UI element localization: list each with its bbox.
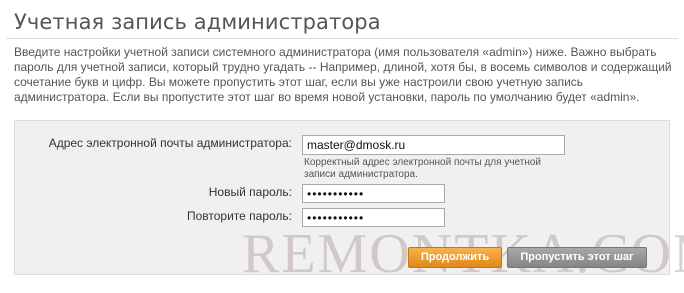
intro-text: Введите настройки учетной записи системн… (14, 45, 672, 104)
confirm-password-field[interactable]: ••••••••••• (302, 208, 445, 227)
email-help-text: Корректный адрес электронной почты для у… (304, 157, 542, 180)
password-label: Новый пароль: (208, 185, 292, 199)
password-field[interactable]: ••••••••••• (302, 184, 445, 203)
email-field[interactable]: master@dmosk.ru (302, 135, 565, 155)
page-title: Учетная запись администратора (14, 10, 381, 34)
continue-button[interactable]: Продолжить (408, 247, 502, 268)
confirm-password-label: Повторите пароль: (186, 209, 292, 223)
email-label: Адрес электронной почты администратора: (48, 136, 292, 150)
title-divider (6, 38, 678, 39)
skip-step-button[interactable]: Пропустить этот шаг (507, 247, 647, 268)
